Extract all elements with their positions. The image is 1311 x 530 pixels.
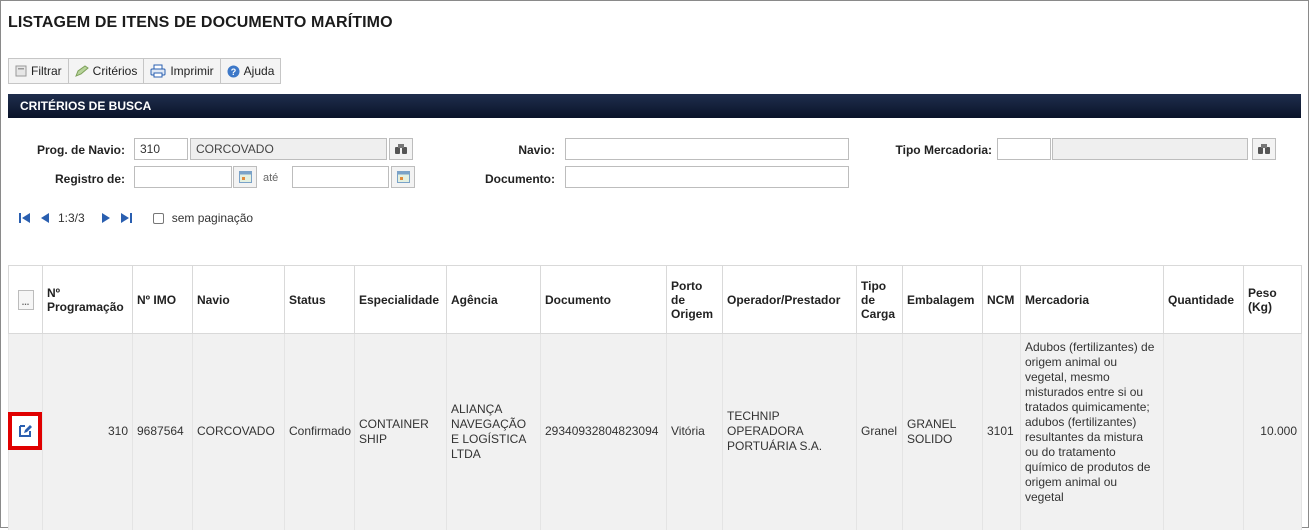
column-header: Nº Programação [42, 265, 133, 334]
filter-icon [15, 65, 27, 77]
cell-porto-origem: Vitória [666, 333, 723, 530]
first-page-icon[interactable] [18, 212, 32, 224]
search-criteria-header: CRITÉRIOS DE BUSCA [8, 94, 1301, 118]
prog-navio-input[interactable] [134, 138, 188, 160]
prog-navio-description [190, 138, 387, 160]
page-title: LISTAGEM DE ITENS DE DOCUMENTO MARÍTIMO [8, 14, 393, 31]
cell-ncm: 3101 [982, 333, 1021, 530]
cell-especialidade: CONTAINER SHIP [354, 333, 447, 530]
help-icon: ? [227, 65, 240, 78]
column-header: Navio [192, 265, 285, 334]
column-header: Nº IMO [132, 265, 193, 334]
cell-operador: TECHNIP OPERADORA PORTUÁRIA S.A. [722, 333, 857, 530]
last-page-icon[interactable] [119, 212, 133, 224]
help-button[interactable]: ? Ajuda [221, 59, 281, 83]
binoculars-search-button[interactable] [389, 138, 413, 160]
column-header: Mercadoria [1020, 265, 1164, 334]
filter-label: Filtrar [31, 64, 62, 78]
column-header: Documento [540, 265, 667, 334]
navio-label: Navio: [518, 143, 555, 157]
tipo-mercadoria-description [1052, 138, 1248, 160]
tipo-mercadoria-code-input[interactable] [997, 138, 1051, 160]
column-header: Status [284, 265, 355, 334]
cell-agencia: ALIANÇA NAVEGAÇÃO E LOGÍSTICA LTDA [446, 333, 541, 530]
edit-row-button[interactable] [8, 412, 42, 450]
documento-input[interactable] [565, 166, 849, 188]
column-header: Embalagem [902, 265, 983, 334]
cell-programacao: 310 [42, 333, 133, 530]
print-label: Imprimir [170, 64, 214, 78]
pager: 1:3/3 sem paginação [18, 207, 253, 229]
column-header: Tipo de Carga [856, 265, 903, 334]
cell-documento: 29340932804823094 [540, 333, 667, 530]
cell-tipo-carga: Granel [856, 333, 903, 530]
criteria-button[interactable]: Critérios [69, 59, 145, 83]
calendar-icon [396, 171, 410, 183]
sem-paginacao-label: sem paginação [171, 211, 254, 225]
documento-label: Documento: [485, 172, 555, 186]
table-row[interactable]: 310 9687564 CORCOVADO Confirmado CONTAIN… [8, 333, 1302, 530]
column-header: Quantidade [1163, 265, 1244, 334]
tipo-mercadoria-search-button[interactable] [1252, 138, 1276, 160]
results-table: ... Nº Programação Nº IMO Navio Status E… [8, 265, 1302, 530]
registro-from-input[interactable] [134, 166, 232, 188]
toolbar: Filtrar Critérios Imprimir ? Ajuda [8, 58, 282, 84]
tipo-mercadoria-label: Tipo Mercadoria: [895, 143, 992, 157]
cell-imo: 9687564 [132, 333, 193, 530]
prev-page-icon[interactable] [40, 212, 50, 224]
cell-mercadoria: Adubos (fertilizantes) de origem animal … [1020, 333, 1164, 530]
sem-paginacao-checkbox[interactable] [152, 212, 164, 224]
registro-from-calendar-button[interactable] [233, 166, 257, 188]
column-header: Especialidade [354, 265, 447, 334]
binoculars-icon [1257, 143, 1271, 155]
print-button[interactable]: Imprimir [144, 59, 221, 83]
next-page-icon[interactable] [101, 212, 111, 224]
cell-navio: CORCOVADO [192, 333, 285, 530]
column-header: Operador/Prestador [722, 265, 857, 334]
edit-icon [17, 423, 33, 439]
column-header: NCM [982, 265, 1021, 334]
column-header: Agência [446, 265, 541, 334]
printer-icon [150, 64, 166, 78]
cell-status: Confirmado [284, 333, 355, 530]
ate-label: até [263, 172, 279, 184]
registro-to-calendar-button[interactable] [391, 166, 415, 188]
prog-navio-label: Prog. de Navio: [36, 143, 125, 157]
calendar-icon [238, 171, 252, 183]
registro-label: Registro de: [54, 172, 125, 186]
cell-embalagem: GRANEL SOLIDO [902, 333, 983, 530]
help-label: Ajuda [243, 64, 275, 78]
navio-input[interactable] [565, 138, 849, 160]
column-options-button[interactable]: ... [17, 289, 34, 310]
cell-quantidade [1163, 333, 1244, 530]
binoculars-icon [394, 143, 408, 155]
cell-peso: 10.000 [1243, 333, 1302, 530]
pencil-icon [74, 65, 89, 77]
column-header: Peso (Kg) [1243, 265, 1302, 334]
svg-text:?: ? [230, 67, 236, 77]
registro-to-input[interactable] [292, 166, 389, 188]
column-header: Porto de Origem [666, 265, 723, 334]
filter-button[interactable]: Filtrar [9, 59, 69, 83]
column-options-header: ... [8, 265, 43, 334]
criteria-label: Critérios [92, 64, 138, 78]
page-range: 1:3/3 [58, 211, 85, 225]
